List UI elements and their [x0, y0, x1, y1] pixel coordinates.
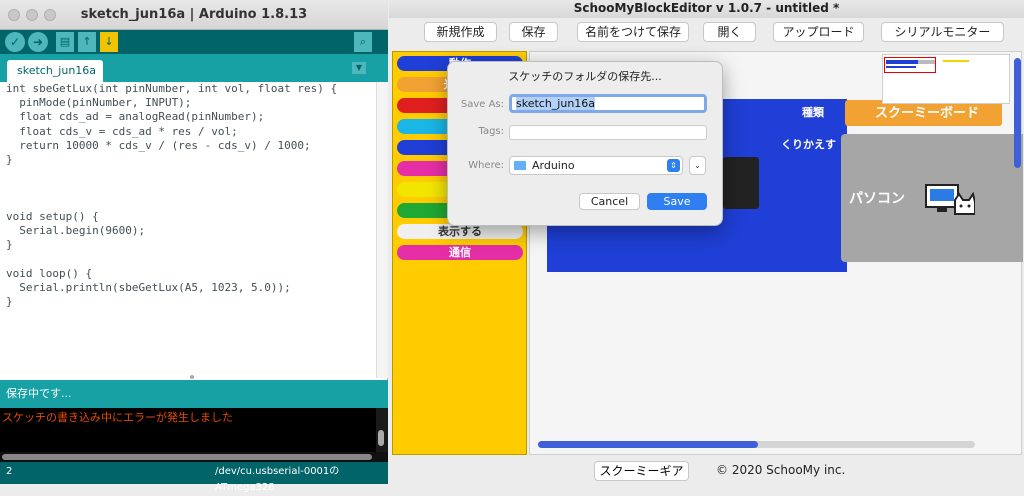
pc-block[interactable]: パソコン	[841, 134, 1023, 262]
serial-monitor-icon[interactable]: ⌕	[354, 32, 372, 52]
code-line: float cds_ad = analogRead(pinNumber);	[6, 110, 265, 124]
save-dialog: スケッチのフォルダの保存先... Save As: sketch_jun16a …	[447, 61, 723, 226]
workspace-vscroll-thumb[interactable]	[1014, 58, 1021, 168]
where-value: Arduino	[532, 159, 575, 172]
upload-button[interactable]: アップロード	[773, 22, 864, 42]
arduino-tabbar: sketch_jun16a § ▼	[0, 54, 388, 99]
category-communication[interactable]: 通信	[397, 245, 523, 260]
code-line: }	[6, 238, 13, 252]
open-button[interactable]: 開く	[703, 22, 756, 42]
console-error-text: スケッチの書き込み中にエラーが発生しました	[2, 411, 233, 424]
save-as-button[interactable]: 名前をつけて保存	[577, 22, 689, 42]
tab-menu-chevron-icon[interactable]: ▼	[352, 62, 366, 74]
code-line: void setup() {	[6, 209, 99, 223]
serial-monitor-button[interactable]: シリアルモニター	[881, 22, 1004, 42]
save-button-dialog[interactable]: Save	[647, 193, 707, 210]
save-as-input[interactable]: sketch_jun16a	[509, 94, 707, 113]
save-as-value: sketch_jun16a	[516, 97, 596, 110]
schoomy-gear-button[interactable]: スクーミーギア	[594, 461, 689, 481]
dialog-title: スケッチのフォルダの保存先...	[508, 70, 662, 83]
expand-chevron-icon[interactable]: ⌄	[689, 156, 706, 175]
folder-icon	[514, 161, 526, 170]
arduino-window: sketch_jun16a | Arduino 1.8.13 ✓ ➜ ▤ ↑ ↓…	[0, 0, 388, 493]
chevron-updown-icon[interactable]: ⇕	[667, 159, 680, 172]
where-label: Where:	[468, 160, 504, 171]
new-icon[interactable]: ▤	[56, 32, 74, 52]
code-line: pinMode(pinNumber, INPUT);	[6, 96, 192, 110]
pc-block-label: パソコン	[849, 191, 905, 207]
kind-label: 種類	[802, 106, 824, 119]
arduino-titlebar: sketch_jun16a | Arduino 1.8.13	[0, 0, 388, 30]
code-line: void loop() {	[6, 266, 93, 280]
minimap-block	[943, 60, 969, 62]
upload-icon[interactable]: ➜	[28, 32, 48, 52]
category-display[interactable]: 表示する	[397, 224, 523, 239]
code-line: int sbeGetLux(int pinNumber, int vol, fl…	[6, 82, 338, 95]
tags-input[interactable]	[509, 125, 707, 140]
editor-scrollbar[interactable]	[376, 82, 388, 378]
code-line: Serial.println(sbeGetLux(A5, 1023, 5.0))…	[6, 280, 291, 294]
code-text: int sbeGetLux(int pinNumber, int vol, fl…	[6, 82, 337, 309]
code-editor[interactable]: int sbeGetLux(int pinNumber, int vol, fl…	[0, 82, 376, 378]
line-number: 2	[6, 466, 13, 477]
copyright-text: © 2020 SchooMy inc.	[716, 463, 846, 477]
repeat-label: くりかえす	[781, 138, 836, 151]
board-block-label: スクーミーボード	[875, 106, 980, 121]
cancel-button[interactable]: Cancel	[579, 193, 640, 210]
new-button[interactable]: 新規作成	[424, 22, 497, 42]
schoomy-titlebar: SchooMyBlockEditor v 1.0.7 - untitled *	[389, 0, 1024, 18]
code-line: return 10000 * cds_v / (res - cds_v) / 1…	[6, 138, 311, 152]
workspace-hscroll-thumb[interactable]	[538, 441, 758, 448]
tags-label: Tags:	[478, 126, 504, 137]
console-scroll-thumb[interactable]	[378, 430, 384, 446]
where-select[interactable]: Arduino	[509, 156, 683, 175]
workspace-minimap[interactable]	[882, 54, 1010, 104]
arduino-footer: 2 /dev/cu.usbserial-0001のATmega328	[0, 462, 388, 493]
computer-cat-icon	[925, 184, 975, 215]
board-image-icon	[723, 157, 759, 209]
board-port: /dev/cu.usbserial-0001のATmega328	[215, 466, 340, 493]
minimap-viewport[interactable]	[884, 57, 936, 73]
divider-handle[interactable]	[190, 375, 194, 379]
sketch-tab[interactable]: sketch_jun16a §	[7, 60, 103, 99]
code-line: float cds_v = cds_ad * res / vol;	[6, 124, 238, 138]
save-button[interactable]: 保存	[509, 22, 558, 42]
code-line: }	[6, 153, 13, 167]
schoomy-window-title: SchooMyBlockEditor v 1.0.7 - untitled *	[573, 1, 840, 15]
verify-icon[interactable]: ✓	[5, 32, 25, 52]
open-icon[interactable]: ↑	[78, 32, 96, 52]
save-icon[interactable]: ↓	[100, 32, 118, 52]
status-bar: 保存中です...	[0, 380, 388, 408]
code-line: Serial.begin(9600);	[6, 224, 146, 238]
arduino-toolbar: ✓ ➜ ▤ ↑ ↓ ⌕	[0, 30, 388, 54]
console-hscroll-thumb[interactable]	[2, 454, 372, 460]
console-output: スケッチの書き込み中にエラーが発生しました	[0, 408, 376, 452]
code-line: }	[6, 295, 13, 309]
save-as-label: Save As:	[460, 99, 504, 110]
arduino-window-title: sketch_jun16a | Arduino 1.8.13	[80, 7, 308, 22]
